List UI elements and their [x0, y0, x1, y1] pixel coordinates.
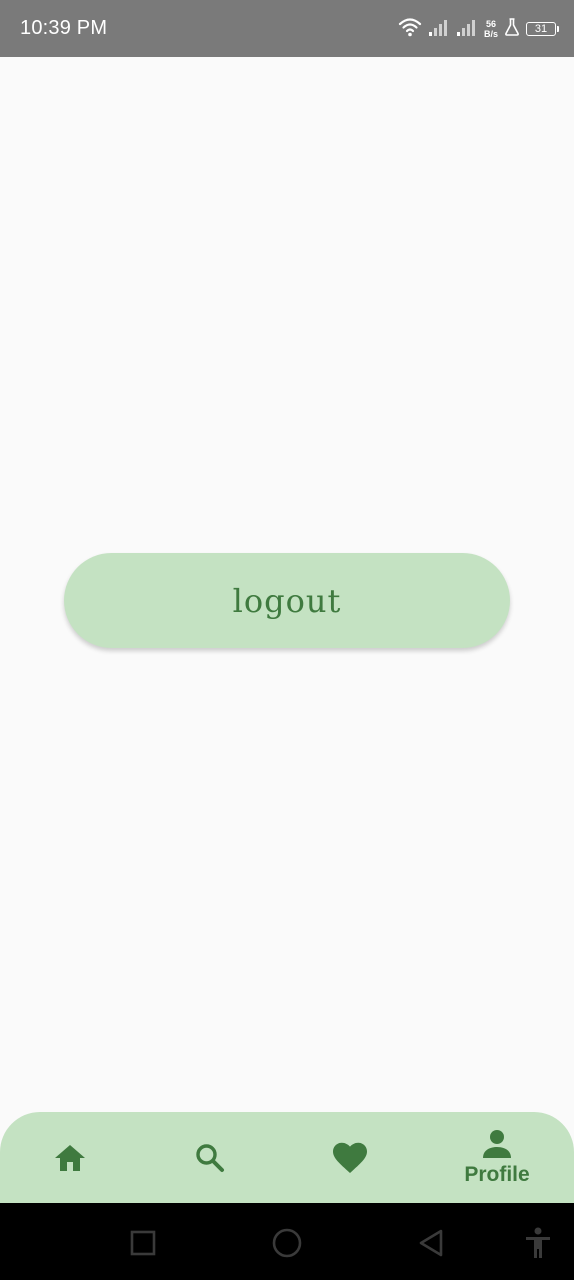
signal-icon	[428, 17, 450, 42]
back-triangle-icon[interactable]	[411, 1223, 451, 1263]
status-time: 10:39 PM	[20, 17, 108, 39]
main-content: logout	[0, 57, 574, 1112]
heart-icon	[332, 1142, 368, 1174]
network-speed-unit: B/s	[483, 29, 498, 39]
nav-item-favorites[interactable]	[295, 1112, 405, 1203]
search-icon	[194, 1142, 226, 1174]
system-navigation-bar	[0, 1203, 574, 1280]
status-icons: 56 B/s 31	[398, 14, 559, 44]
square-icon[interactable]	[123, 1223, 163, 1263]
home-icon	[53, 1143, 87, 1173]
bottom-navigation: Profile	[0, 1112, 574, 1203]
status-bar: 10:39 PM 56 B/s 31	[0, 0, 574, 57]
nav-item-search[interactable]	[155, 1112, 265, 1203]
battery-icon: 31	[526, 22, 559, 36]
signal-icon	[456, 17, 478, 42]
battery-level: 31	[534, 23, 548, 35]
accessibility-icon[interactable]	[518, 1223, 558, 1263]
person-icon	[482, 1129, 512, 1159]
circle-icon[interactable]	[267, 1223, 307, 1263]
network-speed-value: 56	[485, 19, 496, 29]
network-speed: 56 B/s	[484, 19, 498, 39]
logout-button[interactable]: logout	[64, 553, 510, 648]
nav-label-profile: Profile	[464, 1162, 530, 1186]
nav-item-profile[interactable]: Profile	[442, 1112, 552, 1203]
lab-icon	[504, 17, 520, 41]
nav-item-home[interactable]	[15, 1112, 125, 1203]
wifi-icon	[398, 17, 422, 42]
